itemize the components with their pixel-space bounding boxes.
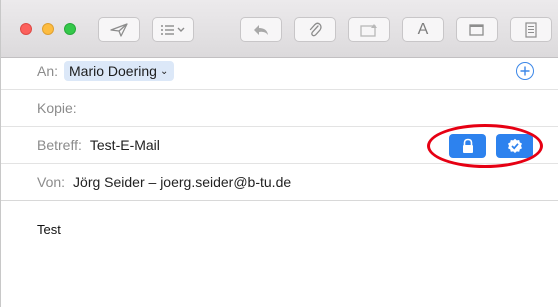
- add-recipient-icon: [520, 66, 530, 76]
- stationery-button[interactable]: [510, 17, 552, 42]
- recipient-token[interactable]: Mario Doering ⌄: [64, 61, 175, 81]
- from-label: Von:: [37, 174, 66, 190]
- from-value[interactable]: Jörg Seider – joerg.seider@b-tu.de: [73, 174, 291, 190]
- chevron-down-icon: ⌄: [159, 65, 169, 77]
- close-window-button[interactable]: [20, 23, 32, 35]
- stationery-icon: [525, 21, 537, 38]
- window-button[interactable]: [456, 17, 498, 42]
- cc-field-row[interactable]: Kopie:: [1, 90, 558, 127]
- header-fields-button[interactable]: [152, 17, 194, 42]
- attach-button[interactable]: [294, 17, 336, 42]
- format-icon: A: [417, 20, 429, 38]
- from-field-row: Von: Jörg Seider – joerg.seider@b-tu.de: [1, 164, 558, 201]
- toolbar: A: [1, 0, 558, 58]
- reply-button[interactable]: [240, 17, 282, 42]
- to-label: An:: [37, 63, 59, 79]
- compose-window: A An: Mario Doering ⌄ Kopie: Betreff: Te…: [0, 0, 558, 307]
- window-icon: [469, 23, 484, 36]
- format-button[interactable]: A: [402, 17, 444, 42]
- minimize-window-button[interactable]: [42, 23, 54, 35]
- reply-icon: [254, 24, 268, 35]
- zoom-window-button[interactable]: [64, 23, 76, 35]
- attach-icon: [309, 22, 322, 36]
- highlight-circle: [427, 124, 543, 168]
- add-recipient-button[interactable]: [516, 62, 534, 80]
- header-fields-icon: [161, 24, 185, 35]
- message-body-text[interactable]: Test: [37, 222, 61, 237]
- subject-label: Betreff:: [37, 137, 82, 153]
- recipient-name: Mario Doering: [69, 63, 157, 79]
- send-button[interactable]: [98, 17, 140, 42]
- send-icon: [110, 22, 128, 37]
- photo-browser-icon: [360, 23, 377, 37]
- cc-label: Kopie:: [37, 100, 77, 116]
- subject-value[interactable]: Test-E-Mail: [90, 137, 160, 153]
- photo-browser-button[interactable]: [348, 17, 390, 42]
- to-field-row: An: Mario Doering ⌄: [1, 53, 558, 90]
